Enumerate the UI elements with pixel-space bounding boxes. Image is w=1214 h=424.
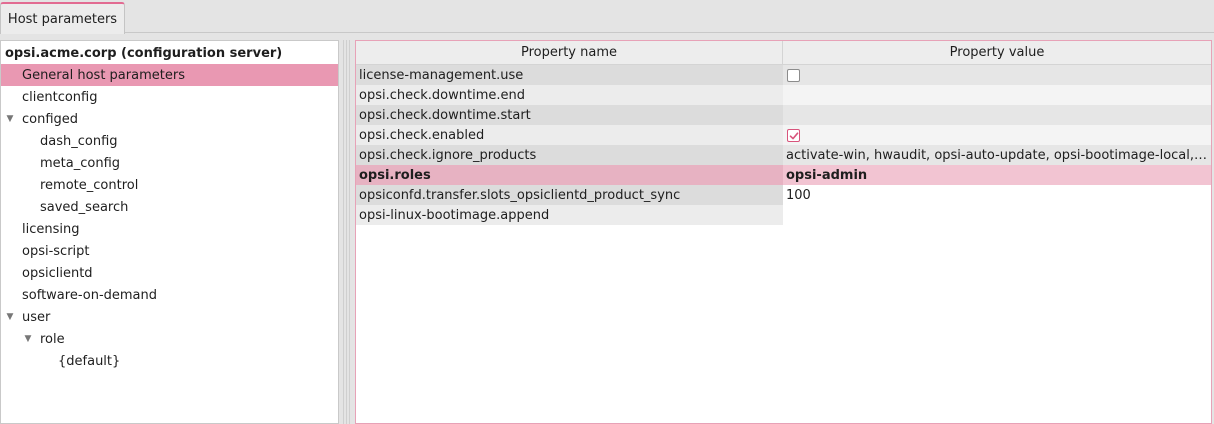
panel-splitter[interactable]	[339, 40, 355, 424]
table-row[interactable]: license-management.use	[356, 65, 1211, 85]
property-name-cell[interactable]: opsi.check.downtime.start	[356, 105, 783, 125]
tree-item-label: meta_config	[40, 155, 121, 171]
property-name-cell[interactable]: license-management.use	[356, 65, 783, 85]
tab-host-parameters-label: Host parameters	[7, 11, 118, 27]
table-row[interactable]: opsi.check.enabled	[356, 125, 1211, 145]
column-header-property-value[interactable]: Property value	[783, 41, 1211, 64]
property-name-cell[interactable]: opsi.check.enabled	[356, 125, 783, 145]
tree-item-licensing[interactable]: licensing	[1, 218, 338, 240]
tree-item-default[interactable]: {default}	[1, 350, 338, 372]
tree-root-config-server[interactable]: opsi.acme.corp (configuration server)	[1, 42, 338, 64]
property-value-cell[interactable]	[783, 65, 1211, 85]
property-value-cell[interactable]	[783, 105, 1211, 125]
opsi-check-enabled-checkbox[interactable]	[787, 128, 800, 142]
tree-item-meta-config[interactable]: meta_config	[1, 152, 338, 174]
tree-item-label: {default}	[58, 353, 121, 369]
property-name-cell[interactable]: opsiconfd.transfer.slots_opsiclientd_pro…	[356, 185, 783, 205]
table-row-selected[interactable]: opsi.roles opsi-admin	[356, 165, 1211, 185]
property-name-cell[interactable]: opsi.check.ignore_products	[356, 145, 783, 165]
table-row[interactable]: opsi.check.downtime.end	[356, 85, 1211, 105]
tree-item-label: remote_control	[40, 177, 139, 193]
property-value-cell[interactable]: activate-win, hwaudit, opsi-auto-update,…	[783, 145, 1211, 165]
tree-item-remote-control[interactable]: remote_control	[1, 174, 338, 196]
property-value-cell[interactable]	[783, 85, 1211, 105]
tree-root-label: opsi.acme.corp (configuration server)	[5, 45, 283, 61]
tree-item-label: saved_search	[40, 199, 129, 215]
tree-item-software-on-demand[interactable]: software-on-demand	[1, 284, 338, 306]
property-name-cell[interactable]: opsi.roles	[356, 165, 783, 185]
column-header-property-name[interactable]: Property name	[356, 41, 783, 64]
tab-bar: Host parameters	[0, 0, 1214, 34]
property-value-text: activate-win, hwaudit, opsi-auto-update,…	[786, 147, 1208, 163]
column-header-label: Property value	[949, 45, 1045, 60]
tab-host-parameters[interactable]: Host parameters	[0, 2, 125, 34]
tree-item-general-host-parameters[interactable]: General host parameters	[1, 64, 338, 86]
tree-item-label: user	[22, 309, 51, 325]
table-row[interactable]: opsi-linux-bootimage.append	[356, 205, 1211, 225]
tree-item-label: clientconfig	[22, 89, 98, 105]
column-header-label: Property name	[520, 45, 617, 60]
table-row[interactable]: opsi.check.downtime.start	[356, 105, 1211, 125]
expand-triangle-icon[interactable]: ▼	[4, 312, 16, 322]
tree-item-opsiclientd[interactable]: opsiclientd	[1, 262, 338, 284]
property-name-cell[interactable]: opsi.check.downtime.end	[356, 85, 783, 105]
table-header: Property name Property value	[356, 41, 1211, 65]
tree-item-label: software-on-demand	[22, 287, 158, 303]
tree-item-label: configed	[22, 111, 79, 127]
tree-item-label: role	[40, 331, 65, 347]
property-value-cell[interactable]	[783, 125, 1211, 145]
tree-item-label: opsi-script	[22, 243, 90, 259]
tree-item-configed[interactable]: ▼ configed	[1, 108, 338, 130]
splitter-grip[interactable]	[343, 40, 351, 424]
table-row[interactable]: opsi.check.ignore_products activate-win,…	[356, 145, 1211, 165]
tree-item-label: licensing	[22, 221, 80, 237]
expand-triangle-icon[interactable]: ▼	[22, 334, 34, 344]
table-row[interactable]: opsiconfd.transfer.slots_opsiclientd_pro…	[356, 185, 1211, 205]
tree-item-user[interactable]: ▼ user	[1, 306, 338, 328]
tree-item-label: dash_config	[40, 133, 118, 149]
tree-item-label: General host parameters	[22, 67, 185, 83]
expand-triangle-icon[interactable]: ▼	[4, 114, 16, 124]
property-name-cell[interactable]: opsi-linux-bootimage.append	[356, 205, 783, 225]
property-value-cell[interactable]	[783, 205, 1211, 225]
tree-item-opsi-script[interactable]: opsi-script	[1, 240, 338, 262]
host-parameter-tree[interactable]: opsi.acme.corp (configuration server) Ge…	[0, 40, 339, 424]
property-table: Property name Property value license-man…	[355, 40, 1212, 424]
property-value-cell[interactable]: opsi-admin	[783, 165, 1211, 185]
property-value-cell[interactable]: 100	[783, 185, 1211, 205]
tree-item-saved-search[interactable]: saved_search	[1, 196, 338, 218]
checkmark-icon	[789, 131, 799, 139]
tree-item-role[interactable]: ▼ role	[1, 328, 338, 350]
tree-item-dash-config[interactable]: dash_config	[1, 130, 338, 152]
tree-item-label: opsiclientd	[22, 265, 93, 281]
license-management-use-checkbox[interactable]	[787, 68, 800, 82]
tree-item-clientconfig[interactable]: clientconfig	[1, 86, 338, 108]
